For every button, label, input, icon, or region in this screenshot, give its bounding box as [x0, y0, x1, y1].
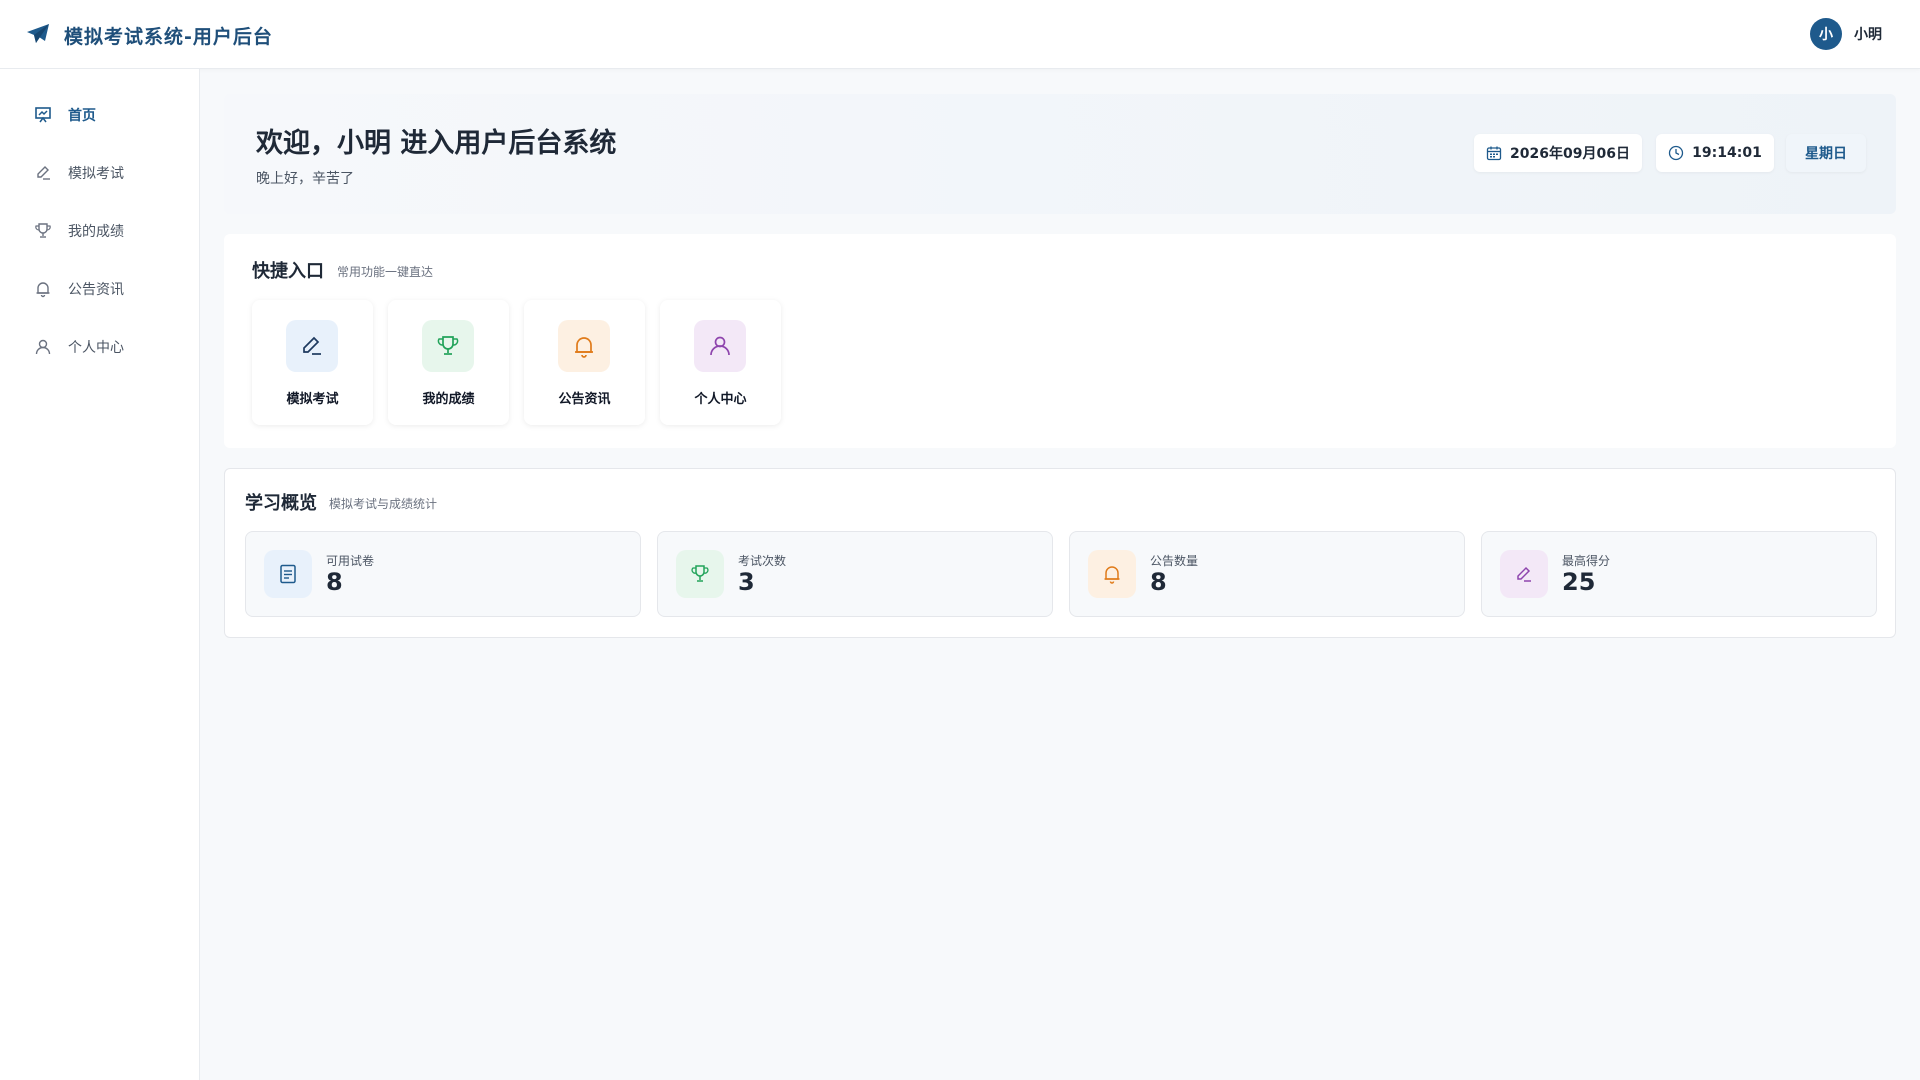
quick-card-label: 公告资讯: [558, 392, 611, 407]
stat-card-exam-count: 考试次数 3: [657, 531, 1053, 617]
quick-card-my-scores[interactable]: 我的成绩: [388, 300, 509, 425]
quick-access-panel: 快捷入口 常用功能一键直达 模拟考试 我的成绩 公告资讯 个人中心: [224, 234, 1896, 448]
stat-value: 8: [1150, 568, 1167, 596]
sidebar-item-mock-exam[interactable]: 模拟考试: [34, 163, 124, 183]
time-text: 19:14:01: [1692, 145, 1762, 161]
stat-card-highest-score: 最高得分 25: [1481, 531, 1877, 617]
sidebar-item-label: 公告资讯: [68, 282, 124, 298]
pencil-icon: [1500, 550, 1548, 598]
stat-card-available-papers: 可用试卷 8: [245, 531, 641, 617]
sidebar: 首页 模拟考试 我的成绩 公告资讯 个人中心: [0, 69, 200, 1080]
calendar-icon: [1486, 146, 1502, 161]
sidebar-item-label: 我的成绩: [68, 224, 124, 240]
bell-icon: [1088, 550, 1136, 598]
username: 小明: [1854, 27, 1882, 43]
quick-card-label: 个人中心: [694, 392, 747, 407]
trophy-icon: [422, 320, 474, 372]
stat-label: 公告数量: [1150, 554, 1199, 568]
welcome-card: 欢迎，小明 进入用户后台系统 晚上好，辛苦了 2026年09月06日 19:14…: [224, 94, 1896, 214]
sidebar-item-label: 个人中心: [68, 340, 124, 356]
stat-value: 3: [738, 568, 755, 596]
trophy-icon: [676, 550, 724, 598]
pencil-icon: [286, 320, 338, 372]
stat-label: 考试次数: [738, 554, 787, 568]
sidebar-item-home[interactable]: 首页: [34, 105, 96, 125]
welcome-subtitle: 晚上好，辛苦了: [256, 171, 354, 187]
time-display: 19:14:01: [1656, 134, 1774, 172]
quick-card-profile[interactable]: 个人中心: [660, 300, 781, 425]
sidebar-item-label: 模拟考试: [68, 166, 124, 182]
quick-access-title: 快捷入口: [252, 261, 324, 282]
user-menu[interactable]: 小 小明: [1810, 18, 1882, 50]
sidebar-item-my-scores[interactable]: 我的成绩: [34, 221, 124, 241]
user-icon: [35, 339, 51, 355]
learning-overview-panel: 学习概览 模拟考试与成绩统计 可用试卷 8 考试次数 3 公告数量 8 最高得分…: [224, 468, 1896, 638]
bell-icon: [558, 320, 610, 372]
welcome-title: 欢迎，小明 进入用户后台系统: [256, 128, 617, 159]
quick-card-label: 模拟考试: [286, 392, 339, 407]
trophy-icon: [35, 223, 51, 238]
quick-card-label: 我的成绩: [422, 392, 475, 407]
stat-value: 8: [326, 568, 343, 596]
bell-icon: [36, 282, 50, 298]
stat-card-announcement-count: 公告数量 8: [1069, 531, 1465, 617]
clock-icon: [1669, 145, 1684, 161]
overview-subtitle: 模拟考试与成绩统计: [329, 497, 438, 511]
quick-card-announcements[interactable]: 公告资讯: [524, 300, 645, 425]
top-bar: 模拟考试系统-用户后台 小 小明: [0, 0, 1920, 69]
pencil-icon: [37, 166, 50, 180]
sidebar-item-announcements[interactable]: 公告资讯: [34, 279, 124, 299]
quick-access-subtitle: 常用功能一键直达: [337, 265, 434, 279]
date-text: 2026年09月06日: [1510, 146, 1630, 162]
weekday-display: 星期日: [1786, 134, 1866, 172]
stat-value: 25: [1562, 568, 1596, 596]
sidebar-item-profile[interactable]: 个人中心: [34, 337, 124, 357]
dashboard-icon: [35, 107, 51, 123]
app-title: 模拟考试系统-用户后台: [64, 26, 273, 48]
brand[interactable]: 模拟考试系统-用户后台: [26, 22, 273, 49]
document-icon: [264, 550, 312, 598]
date-display: 2026年09月06日: [1474, 134, 1642, 172]
sidebar-item-label: 首页: [68, 108, 96, 124]
quick-card-mock-exam[interactable]: 模拟考试: [252, 300, 373, 425]
user-icon: [694, 320, 746, 372]
paper-plane-icon: [26, 23, 50, 49]
stat-label: 最高得分: [1562, 554, 1611, 568]
avatar[interactable]: 小: [1810, 18, 1842, 50]
overview-title: 学习概览: [245, 493, 317, 514]
weekday-text: 星期日: [1805, 146, 1847, 162]
stat-label: 可用试卷: [326, 554, 375, 568]
